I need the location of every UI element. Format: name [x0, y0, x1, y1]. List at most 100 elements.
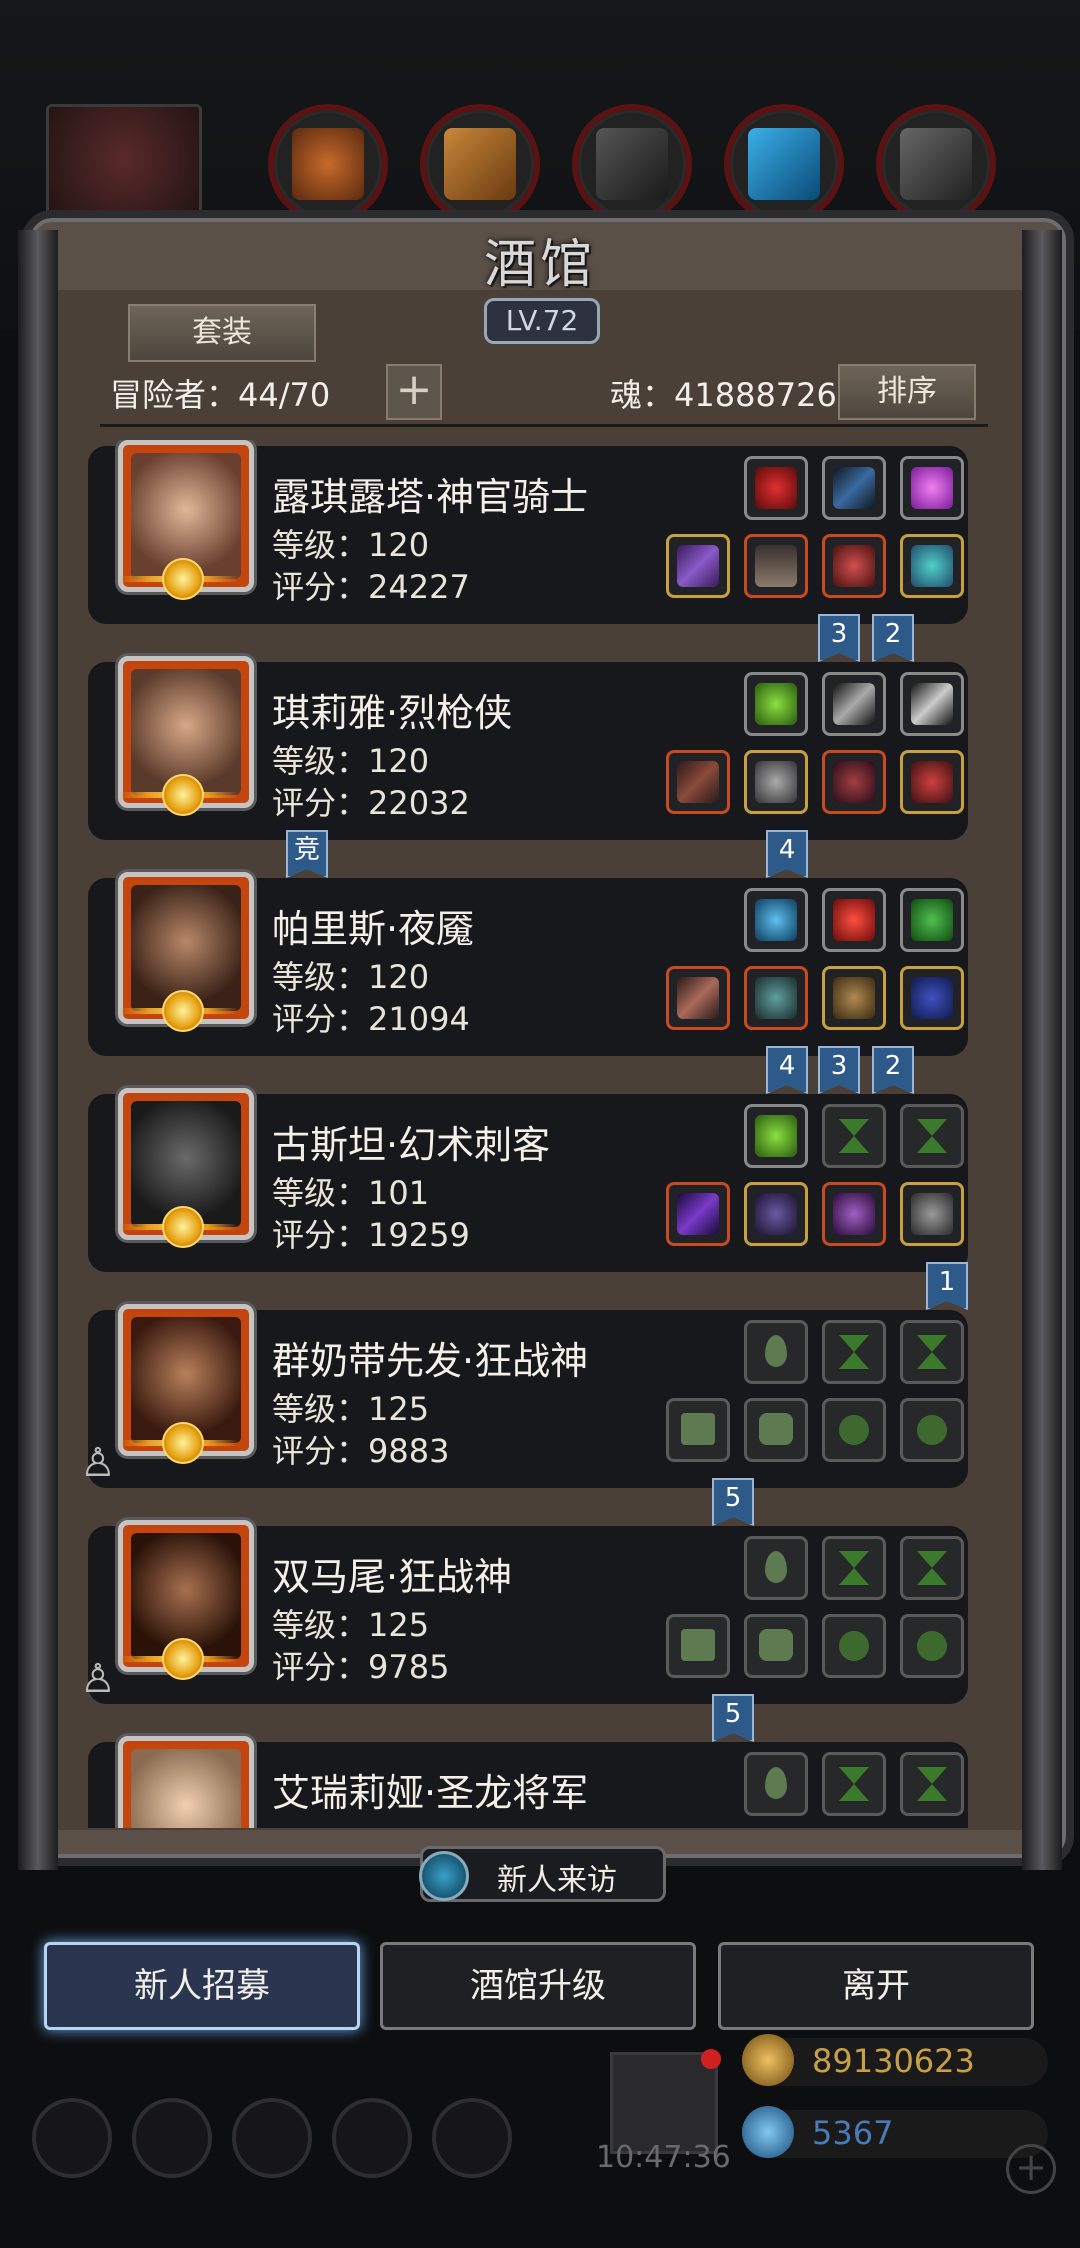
rank-medal-icon: [118, 774, 238, 822]
empty-weapon-slot-icon[interactable]: [666, 1614, 730, 1678]
rank-tag: 4: [766, 830, 808, 878]
hero-name: 艾瑞莉娅·圣龙将军: [272, 1771, 589, 1815]
walking-figure-icon: ♙: [80, 1656, 116, 1702]
rank-medal-icon: [118, 1206, 238, 1254]
gold-amount: 89130623: [812, 2042, 975, 2080]
rank-tag: 5: [712, 1694, 754, 1742]
empty-slot-icon[interactable]: [900, 1614, 964, 1678]
guitar-slot-icon[interactable]: [822, 534, 886, 598]
empty-slot-icon[interactable]: [900, 1104, 964, 1168]
hood-slot-icon[interactable]: [822, 1182, 886, 1246]
gold-counter: 89130623: [742, 2034, 1048, 2086]
empty-slot-icon[interactable]: [900, 1320, 964, 1384]
panel-title: 酒馆: [483, 235, 596, 295]
add-currency-button[interactable]: +: [1006, 2144, 1056, 2194]
gun-slot-icon[interactable]: [666, 750, 730, 814]
hero-card[interactable]: 古斯坦·幻术刺客 等级：101 评分：19259: [88, 1088, 968, 1272]
rank-tag: 4: [766, 1046, 808, 1094]
notification-dot: [701, 2049, 721, 2069]
empty-slot-icon[interactable]: [822, 1104, 886, 1168]
pendant-slot-icon[interactable]: [900, 1182, 964, 1246]
hero-name: 帕里斯·夜魇: [272, 907, 475, 951]
rank-tag: 5: [712, 1478, 754, 1526]
empty-slot-icon[interactable]: [822, 1536, 886, 1600]
empty-slot-icon[interactable]: [744, 1536, 808, 1600]
hero-card[interactable]: 艾瑞莉娅·圣龙将军: [88, 1736, 968, 1828]
resource-wood-icon[interactable]: [420, 104, 540, 224]
necklace-slot-icon[interactable]: [900, 750, 964, 814]
empty-slot-icon[interactable]: [900, 1398, 964, 1462]
gem-icon: [742, 2106, 794, 2158]
star-icon[interactable]: [132, 2098, 212, 2178]
ruby-slot-icon[interactable]: [822, 888, 886, 952]
resource-crystal-icon[interactable]: [724, 104, 844, 224]
hero-name: 双马尾·狂战神: [272, 1555, 513, 1599]
hero-avatar[interactable]: [118, 1736, 254, 1828]
amulet-slot-icon[interactable]: [744, 456, 808, 520]
hero-name: 琪莉雅·烈枪侠: [272, 691, 513, 735]
bowl-slot-icon[interactable]: [900, 888, 964, 952]
spear-slot-icon[interactable]: [822, 672, 886, 736]
rank-medal-icon: [118, 558, 238, 606]
hero-card[interactable]: ♙ 群奶带先发·狂战神 等级：125 评分：9883: [80, 1304, 968, 1488]
gift-icon[interactable]: [610, 2049, 721, 2154]
sort-button[interactable]: 排序: [838, 364, 976, 420]
empty-slot-icon[interactable]: [744, 1320, 808, 1384]
hero-score: 评分：9883: [272, 1432, 450, 1470]
hero-name: 群奶带先发·狂战神: [272, 1339, 589, 1383]
chest-armor-slot-icon[interactable]: [744, 750, 808, 814]
hero-card[interactable]: 露琪露塔·神官骑士 等级：120 评分：24227: [88, 440, 968, 624]
armor-slot-icon[interactable]: [744, 966, 808, 1030]
hero-card[interactable]: 琪莉雅·烈枪侠 等级：120 评分：22032: [88, 656, 968, 840]
hero-score: 评分：21094: [272, 1000, 470, 1038]
cloak-slot-icon[interactable]: [744, 1182, 808, 1246]
empty-slot-icon[interactable]: [822, 1320, 886, 1384]
bell-slot-icon[interactable]: [822, 966, 886, 1030]
mail-icon[interactable]: [332, 2098, 412, 2178]
mask-slot-icon[interactable]: [900, 966, 964, 1030]
empty-slot-icon[interactable]: [822, 1398, 886, 1462]
hero-level: 等级：125: [272, 1606, 430, 1644]
recruit-button[interactable]: 新人招募: [44, 1942, 360, 2030]
empty-slot-icon[interactable]: [900, 1536, 964, 1600]
dagger-slot-icon[interactable]: [900, 672, 964, 736]
hero-list[interactable]: 露琪露塔·神官骑士 等级：120 评分：24227 3 2 琪莉雅·烈枪侠 等级…: [0, 440, 1080, 1828]
empty-slot-icon[interactable]: [900, 1752, 964, 1816]
handshake-icon[interactable]: [432, 2098, 512, 2178]
shield-slot-icon[interactable]: [900, 534, 964, 598]
resource-iron-icon[interactable]: [572, 104, 692, 224]
potion-slot-icon[interactable]: [744, 672, 808, 736]
empty-armor-slot-icon[interactable]: [744, 1398, 808, 1462]
potion-slot-icon[interactable]: [744, 1104, 808, 1168]
resource-orb-icon[interactable]: [268, 104, 388, 224]
rank-tag: 2: [872, 614, 914, 662]
rank-medal-icon: [118, 1422, 238, 1470]
orb-slot-icon[interactable]: [744, 888, 808, 952]
expand-capacity-button[interactable]: +: [386, 364, 442, 420]
settings-icon[interactable]: [32, 2098, 112, 2178]
helmet-slot-icon[interactable]: [822, 750, 886, 814]
empty-slot-icon[interactable]: [822, 1752, 886, 1816]
empty-weapon-slot-icon[interactable]: [666, 1398, 730, 1462]
empty-slot-icon[interactable]: [744, 1752, 808, 1816]
staff-slot-icon[interactable]: [666, 534, 730, 598]
hero-card[interactable]: ♙ 双马尾·狂战神 等级：125 评分：9785: [80, 1520, 968, 1704]
rank-tag: 3: [818, 1046, 860, 1094]
resource-steel-icon[interactable]: [876, 104, 996, 224]
upgrade-tavern-button[interactable]: 酒馆升级: [380, 1942, 696, 2030]
blade-slot-icon[interactable]: [666, 966, 730, 1030]
suit-button[interactable]: 套装: [128, 304, 316, 362]
wand-slot-icon[interactable]: [666, 1182, 730, 1246]
gem-slot-icon[interactable]: [900, 456, 964, 520]
empty-slot-icon[interactable]: [822, 1614, 886, 1678]
armor-slot-icon[interactable]: [744, 534, 808, 598]
gate-icon[interactable]: [232, 2098, 312, 2178]
empty-armor-slot-icon[interactable]: [744, 1614, 808, 1678]
new-visitor-button[interactable]: 新人来访: [419, 1846, 666, 1902]
bow-slot-icon[interactable]: [822, 456, 886, 520]
hero-score: 评分：19259: [272, 1216, 470, 1254]
hero-score: 评分：24227: [272, 568, 470, 606]
hero-level: 等级：120: [272, 958, 430, 996]
leave-button[interactable]: 离开: [718, 1942, 1034, 2030]
hero-card[interactable]: 帕里斯·夜魇 等级：120 评分：21094: [88, 872, 968, 1056]
